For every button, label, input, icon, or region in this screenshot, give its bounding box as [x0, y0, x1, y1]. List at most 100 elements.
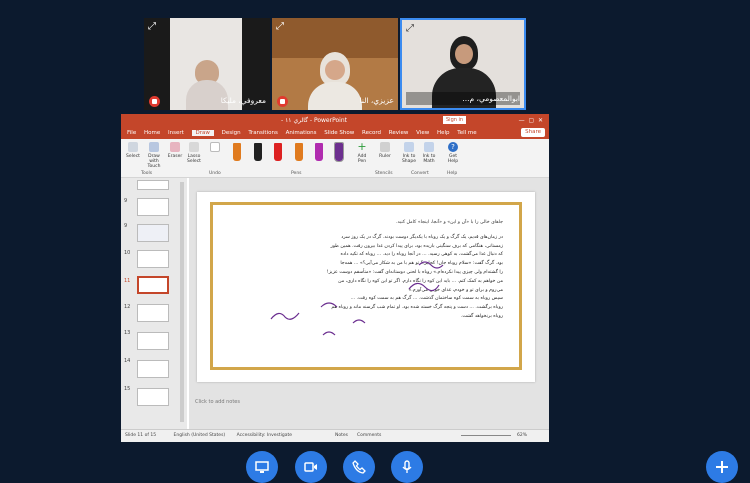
slide-thumbnail-active[interactable]	[137, 276, 169, 294]
pen-orange-icon[interactable]	[233, 143, 241, 161]
slide-thumbnail[interactable]	[137, 304, 169, 322]
slide-number: 10	[124, 250, 131, 256]
draw-with-touch-button[interactable]: Draw with Touch	[143, 142, 165, 169]
ink-to-shape-button[interactable]: Ink to Shape	[400, 142, 418, 164]
pen-magenta-icon[interactable]	[315, 143, 323, 161]
camera-button[interactable]	[295, 451, 327, 483]
slide-body[interactable]: جاهای خالی را با «آن و این» و «آنجا، این…	[239, 219, 503, 322]
tab-record[interactable]: Record	[362, 130, 381, 136]
group-label: Help	[447, 171, 458, 176]
group-label: Stencils	[375, 171, 393, 176]
window-controls[interactable]: — ▢ ✕	[519, 114, 543, 127]
ink-to-math-button[interactable]: Ink to Math	[420, 142, 438, 164]
slide-thumbnail[interactable]	[137, 250, 169, 268]
ruler-button[interactable]: Ruler	[377, 142, 393, 159]
slide-frame: جاهای خالی را با «آن و این» و «آنجا، این…	[210, 202, 522, 370]
tab-view[interactable]: View	[416, 130, 429, 136]
zoom-slider[interactable]	[461, 435, 511, 436]
microphone-icon	[402, 460, 412, 473]
tab-insert[interactable]: Insert	[168, 130, 184, 136]
slide-line: بود. گرگ گفت: «سلام روباه جان! کجایی؟ تو…	[340, 261, 503, 267]
current-slide[interactable]: جاهای خالی را با «آن و این» و «آنجا، این…	[197, 192, 535, 382]
phone-button[interactable]	[343, 451, 375, 483]
select-button[interactable]: Select	[125, 142, 141, 159]
ribbon-tabs: File Home Insert Draw Design Transitions…	[121, 127, 549, 139]
select-label: Select	[126, 154, 140, 159]
slide-line: می‌روم و برای تو و خودم، غذای خوبی می‌آو…	[408, 287, 503, 293]
group-label: Convert	[411, 171, 429, 176]
tab-file[interactable]: File	[127, 130, 136, 136]
slide-thumbnail-pane[interactable]: 9 9 10 11 12 13 14 15	[121, 178, 187, 430]
slide-number: 14	[124, 358, 131, 364]
tab-design[interactable]: Design	[222, 130, 241, 136]
share-button[interactable]: Share	[521, 128, 545, 137]
notes-pane[interactable]: Click to add notes	[195, 399, 240, 405]
lasso-select-button[interactable]: Lasso Select	[185, 142, 203, 164]
share-screen-button[interactable]	[246, 451, 278, 483]
participant-tile-3[interactable]: ⤢ ابوالمعصومي، م...	[400, 18, 526, 110]
notes-toggle[interactable]: Notes	[335, 430, 348, 442]
zoom-level[interactable]: 62%	[517, 430, 527, 442]
add-pen-button[interactable]: + Add Pen	[353, 141, 371, 164]
participant-name: ابوالمعصومي، م...	[406, 92, 520, 105]
pen-purple-icon[interactable]	[334, 142, 344, 162]
slide-thumbnail[interactable]	[137, 388, 169, 406]
tab-draw[interactable]: Draw	[191, 130, 214, 136]
slide-number: 13	[124, 330, 131, 336]
group-label: Undo	[209, 171, 221, 176]
slide-line: سپس روباه به سمت کوه ساختمان گذشت. ... گ…	[350, 296, 503, 302]
slide-editor[interactable]: جاهای خالی را با «آن و این» و «آنجا، این…	[189, 178, 549, 430]
slide-thumbnail[interactable]	[137, 224, 169, 242]
undo-button[interactable]	[209, 142, 221, 154]
plus-icon	[716, 461, 728, 473]
add-button[interactable]	[706, 451, 738, 483]
tab-review[interactable]: Review	[389, 130, 409, 136]
draw-ribbon: Select Draw with Touch Eraser Lasso Sele…	[121, 139, 549, 178]
group-label: Pens	[291, 171, 302, 176]
microphone-button[interactable]	[391, 451, 423, 483]
accessibility-status[interactable]: Accessibility: Investigate	[237, 433, 292, 438]
status-bar: Slide 11 of 15 English (United States) A…	[121, 429, 549, 442]
tab-home[interactable]: Home	[144, 130, 160, 136]
tab-help[interactable]: Help	[437, 130, 450, 136]
slide-thumbnail[interactable]	[137, 180, 169, 190]
phone-icon	[352, 460, 366, 474]
tab-slide-show[interactable]: Slide Show	[324, 130, 354, 136]
tab-transitions[interactable]: Transitions	[248, 130, 277, 136]
sign-in-button[interactable]: Sign in	[443, 116, 467, 124]
participant-tile-1[interactable]: ⤢ معروفي، مليكا	[144, 18, 270, 110]
slide-number: 9	[124, 223, 128, 229]
slide-number: 9	[124, 198, 128, 204]
slide-thumbnail[interactable]	[137, 360, 169, 378]
slide-counter: Slide 11 of 15	[125, 433, 157, 438]
slide-line: من خواهم به کمک کنم. ... باید این کوه را…	[338, 278, 503, 284]
slide-number: 12	[124, 304, 131, 310]
thumbnail-scrollbar[interactable]	[180, 182, 184, 422]
participant-name: معروفي، مليكا	[220, 96, 266, 105]
ink-shape-label: Ink to Shape	[401, 154, 417, 164]
get-help-button[interactable]: ? Get Help	[445, 142, 461, 164]
pen-orange2-icon[interactable]	[295, 143, 303, 161]
participant-tile-2[interactable]: ⤢ عزيزي، النا	[272, 18, 398, 110]
slide-thumbnail[interactable]	[137, 198, 169, 216]
pen-black-icon[interactable]	[254, 143, 262, 161]
powerpoint-window: - گالري ۱۱ - PowerPoint Sign in — ▢ ✕ Fi…	[121, 114, 549, 442]
slide-thumbnail[interactable]	[137, 332, 169, 350]
expand-icon[interactable]: ⤢	[276, 21, 288, 33]
tell-me-search[interactable]: Tell me	[457, 130, 476, 136]
help-label: Get Help	[447, 154, 459, 164]
expand-icon[interactable]: ⤢	[406, 23, 418, 35]
language-status[interactable]: English (United States)	[174, 433, 226, 438]
tab-animations[interactable]: Animations	[286, 130, 317, 136]
expand-icon[interactable]: ⤢	[148, 21, 160, 33]
video-camera-icon	[304, 462, 317, 472]
slide-heading: جاهای خالی را با «آن و این» و «آنجا، این…	[396, 220, 503, 225]
draw-touch-label: Draw with Touch	[147, 154, 161, 169]
pen-red-icon[interactable]	[274, 143, 282, 161]
ink-math-label: Ink to Math	[422, 154, 436, 164]
participant-name: عزيزي، النا	[359, 96, 394, 105]
eraser-button[interactable]: Eraser	[167, 142, 183, 159]
window-title: - گالري ۱۱ - PowerPoint	[281, 117, 347, 124]
comments-toggle[interactable]: Comments	[357, 430, 381, 442]
slide-line: در زمان‌های قدیم، یک گرگ و یک روباه با ی…	[341, 234, 503, 240]
